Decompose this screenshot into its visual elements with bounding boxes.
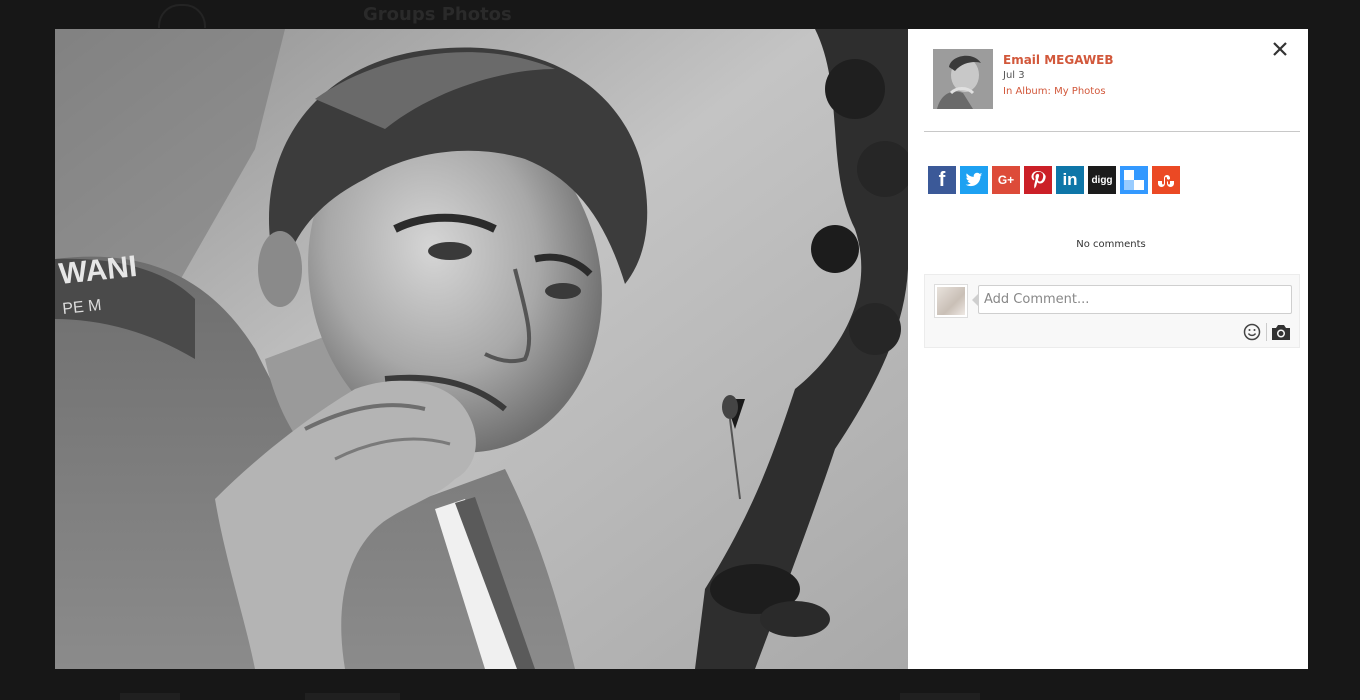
comment-composer xyxy=(924,274,1300,348)
album-link[interactable]: In Album: My Photos xyxy=(1003,86,1106,97)
no-comments-label: No comments xyxy=(1076,239,1146,250)
current-user-avatar xyxy=(934,284,968,318)
comment-input[interactable] xyxy=(978,285,1292,314)
backdrop-strip xyxy=(900,693,980,700)
delicious-share-button[interactable] xyxy=(1120,166,1148,194)
photo-viewer: WANI PE M xyxy=(55,29,908,669)
stumbleupon-share-button[interactable] xyxy=(1152,166,1180,194)
facebook-share-button[interactable]: f xyxy=(928,166,956,194)
pinterest-share-button[interactable] xyxy=(1024,166,1052,194)
author-avatar[interactable] xyxy=(933,49,993,109)
digg-icon: digg xyxy=(1091,174,1113,186)
backdrop-strip xyxy=(120,693,180,700)
facebook-icon: f xyxy=(938,168,946,191)
share-buttons: f G+ in digg xyxy=(928,166,1180,194)
backdrop-page-title: Groups Photos xyxy=(363,4,512,25)
author-name-link[interactable]: Email MEGAWEB xyxy=(1003,53,1114,67)
close-icon[interactable] xyxy=(1270,39,1290,59)
linkedin-share-button[interactable]: in xyxy=(1056,166,1084,194)
google-plus-share-button[interactable]: G+ xyxy=(992,166,1020,194)
camera-icon[interactable] xyxy=(1271,323,1291,341)
photo-image: WANI PE M xyxy=(55,29,908,669)
photo-details-panel: Email MEGAWEB Jul 3 In Album: My Photos … xyxy=(908,29,1308,669)
toolbar-separator xyxy=(1266,323,1267,341)
stumbleupon-icon xyxy=(1158,175,1174,187)
photo-lightbox: WANI PE M Email MEGAWEB Jul 3 In Album: … xyxy=(55,29,1308,669)
backdrop-logo xyxy=(158,4,206,28)
post-date: Jul 3 xyxy=(1003,70,1025,81)
twitter-share-button[interactable] xyxy=(960,166,988,194)
digg-share-button[interactable]: digg xyxy=(1088,166,1116,194)
google-plus-icon: G+ xyxy=(997,173,1015,187)
delicious-squares-icon xyxy=(1124,170,1144,190)
backdrop-strip xyxy=(305,693,400,700)
smiley-icon[interactable] xyxy=(1243,323,1261,341)
divider xyxy=(924,131,1300,132)
linkedin-icon: in xyxy=(1062,170,1078,189)
pinterest-icon xyxy=(1031,171,1046,189)
twitter-bird-icon xyxy=(965,172,983,187)
album-prefix: In Album: xyxy=(1003,86,1051,97)
album-name: My Photos xyxy=(1054,86,1106,97)
